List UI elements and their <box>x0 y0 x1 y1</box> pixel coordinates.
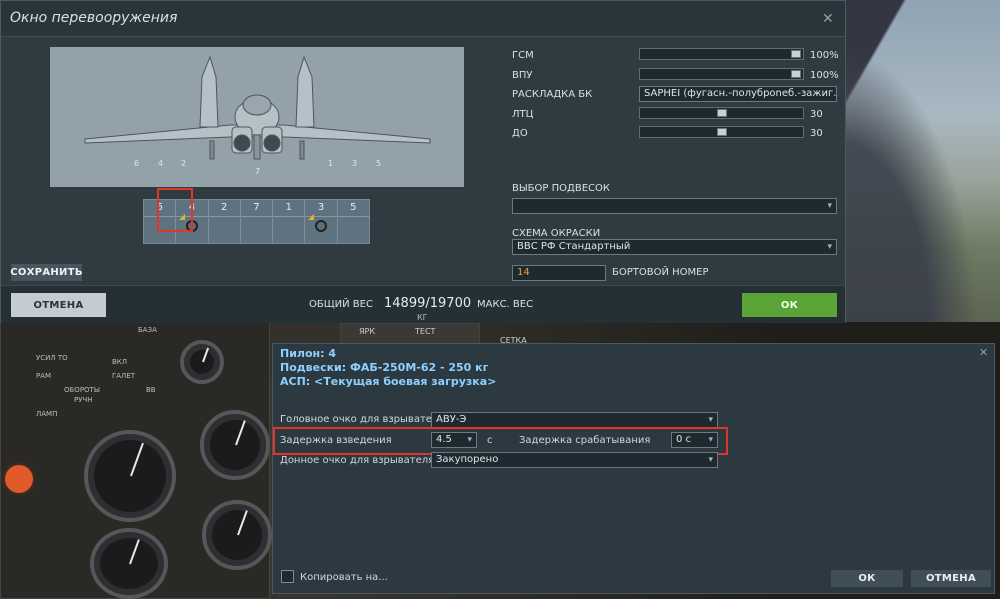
slider-thumb[interactable] <box>716 128 727 136</box>
gain-label: УСИЛ ТО <box>36 354 68 362</box>
rpm-label: ОБОРОТЫ <box>64 386 101 394</box>
gauge-4 <box>180 340 224 384</box>
nose-fuze-dropdown[interactable]: АВУ-Э ▾ <box>431 412 718 428</box>
pylon-cell-1[interactable]: 1 <box>273 200 306 243</box>
chevron-down-icon: ▾ <box>827 242 832 252</box>
aircraft-view: 6 4 2 7 1 3 5 <box>50 47 464 187</box>
warning-triangle-icon <box>308 214 315 220</box>
canopy-frame <box>840 0 1000 330</box>
board-number-input[interactable]: 14 <box>512 265 606 281</box>
tail-fuze-label: Донное очко для взрывателя <box>280 455 435 466</box>
water-label: ВПУ <box>512 70 533 81</box>
cancel-button[interactable]: ОТМЕНА <box>11 293 106 317</box>
ram-label: РАМ <box>36 372 52 380</box>
chaff-label: ДО <box>512 128 528 139</box>
board-number-label: БОРТОВОЙ НОМЕР <box>612 267 709 278</box>
brightness-label: ЯРК <box>359 327 376 336</box>
flares-slider[interactable] <box>639 107 804 119</box>
save-button[interactable]: СОХРАНИТЬ <box>10 264 82 281</box>
aircraft-icon <box>84 55 431 160</box>
asp-header: АСП: <Текущая боевая загрузка> <box>280 375 497 388</box>
view-pylon-2: 2 <box>181 159 187 168</box>
store-header: Подвески: ФАБ-250М-62 - 250 кг <box>280 361 489 374</box>
pylon-cell-7[interactable]: 7 <box>240 200 274 243</box>
chevron-down-icon: ▾ <box>827 201 832 211</box>
weight-readout: 14899/19700 <box>384 296 471 311</box>
fuel-label: ГСМ <box>512 50 534 61</box>
ammo-value: SAPHEI (фугасн.-полуброneб.-зажиг.) <box>644 88 837 99</box>
pylon-cell-3[interactable]: 3 <box>305 200 338 243</box>
livery-label: СХЕМА ОКРАСКИ <box>512 228 601 239</box>
view-pylon-3: 3 <box>352 159 358 168</box>
fuel-value: 100% <box>810 50 839 61</box>
ok-button[interactable]: ОК <box>742 293 837 317</box>
weight-unit: КГ <box>417 313 428 322</box>
pylon-cell-number: 1 <box>285 202 292 213</box>
pylon-cell-5[interactable]: 5 <box>337 200 369 243</box>
chaff-value: 30 <box>810 128 823 139</box>
pylon-header: Пилон: 4 <box>280 347 337 360</box>
max-weight: 19700 <box>429 296 472 311</box>
delay-highlight-box <box>273 427 728 455</box>
flares-value: 30 <box>810 109 823 120</box>
upper-panel: ЯРК ТЕСТ <box>340 323 480 345</box>
fuel-slider[interactable] <box>639 48 804 60</box>
nose-fuze-label: Головное очко для взрывателя <box>280 414 445 425</box>
slider-thumb[interactable] <box>716 109 727 117</box>
test-label: ТЕСТ <box>415 327 436 336</box>
ammo-dropdown[interactable]: SAPHEI (фугасн.-полуброneб.-зажиг.) <box>639 86 837 102</box>
view-pylon-6: 6 <box>134 159 140 168</box>
water-slider[interactable] <box>639 68 804 80</box>
selected-pylon-highlight <box>157 188 193 232</box>
bomb-icon <box>315 220 328 232</box>
view-pylon-4: 4 <box>158 159 164 168</box>
pylon-cell-number: 2 <box>221 202 228 213</box>
view-pylon-7: 7 <box>255 167 261 176</box>
pylon-detail-window: ✕ Пилон: 4 Подвески: ФАБ-250М-62 - 250 к… <box>272 343 995 594</box>
loadout-dropdown[interactable]: ▾ <box>512 198 837 214</box>
pylon-cell-number: 5 <box>350 202 357 213</box>
copy-label[interactable]: Копировать на... <box>300 572 388 583</box>
slider-thumb[interactable] <box>791 70 801 78</box>
detail-ok-button[interactable]: ОК <box>831 570 903 587</box>
base-label: БАЗА <box>138 326 157 334</box>
current-weight: 14899 <box>384 296 426 311</box>
chaff-slider[interactable] <box>639 126 804 138</box>
chevron-down-icon: ▾ <box>708 455 713 465</box>
rearm-window: Окно перевооружения ✕ 6 4 2 7 1 3 5 6 4 … <box>0 0 846 323</box>
slider-thumb[interactable] <box>791 50 801 58</box>
view-pylon-1: 1 <box>328 159 334 168</box>
copy-checkbox[interactable] <box>281 570 294 583</box>
galet-label: ГАЛЕТ <box>112 372 136 380</box>
pylon-cell-number: 3 <box>317 202 325 213</box>
max-weight-label: МАКС. ВЕС <box>477 299 534 310</box>
tail-fuze-value: Закупорено <box>436 454 499 465</box>
lamp-label: ЛАМП <box>36 410 58 418</box>
manual-label: РУЧН <box>74 396 93 404</box>
pylon-cell-number: 7 <box>253 202 260 213</box>
ammo-label: РАСКЛАДКА БК <box>512 89 593 100</box>
window-title: Окно перевооружения <box>10 10 178 26</box>
flares-label: ЛТЦ <box>512 109 534 120</box>
view-pylon-5: 5 <box>376 159 382 168</box>
detail-cancel-button[interactable]: ОТМЕНА <box>911 570 991 587</box>
tail-fuze-dropdown[interactable]: Закупорено ▾ <box>431 452 718 468</box>
gauge-3 <box>90 528 168 599</box>
close-icon[interactable]: ✕ <box>979 346 988 359</box>
close-icon[interactable]: ✕ <box>822 11 834 27</box>
orange-knob <box>2 462 36 496</box>
loadout-label: ВЫБОР ПОДВЕСОК <box>512 183 610 194</box>
nose-fuze-value: АВУ-Э <box>436 414 467 425</box>
pylon-cell-2[interactable]: 2 <box>208 200 241 243</box>
water-value: 100% <box>810 70 839 81</box>
gauge-2 <box>200 410 270 480</box>
vv-label: ВВ <box>146 386 156 394</box>
on-label: ВКЛ <box>112 358 128 366</box>
chevron-down-icon: ▾ <box>708 415 713 425</box>
livery-dropdown[interactable]: ВВС РФ Стандартный ▾ <box>512 239 837 255</box>
gauge-1 <box>84 430 176 522</box>
gauge-5 <box>202 500 272 570</box>
total-weight-label: ОБЩИЙ ВЕС <box>309 299 373 310</box>
livery-value: ВВС РФ Стандартный <box>517 241 631 252</box>
